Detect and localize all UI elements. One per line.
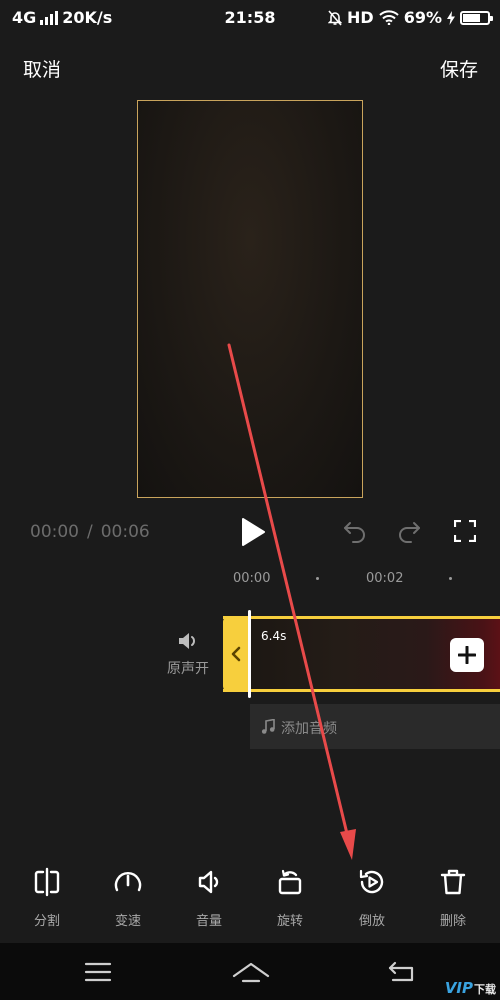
watermark-brand: VIP xyxy=(444,979,473,997)
status-bar: 4G 20K/s 21:58 HD 69% xyxy=(0,0,500,36)
tool-label: 倒放 xyxy=(358,914,385,929)
speedometer-icon xyxy=(114,872,142,892)
tool-label: 旋转 xyxy=(276,914,303,929)
tool-reverse[interactable]: 倒放 xyxy=(337,866,407,929)
undo-icon[interactable] xyxy=(342,518,368,544)
tool-speed[interactable]: 变速 xyxy=(93,866,163,929)
menu-icon[interactable] xyxy=(78,959,118,985)
tool-volume[interactable]: 音量 xyxy=(174,866,244,929)
mute-bell-icon xyxy=(328,9,343,26)
volume-icon xyxy=(198,870,219,894)
battery-fill xyxy=(463,13,480,22)
battery-icon xyxy=(460,10,493,25)
video-editor-screen: 4G 20K/s 21:58 HD 69% 取消 保存 00:00 / 00:0… xyxy=(0,0,500,1000)
ruler-dot xyxy=(449,577,452,580)
back-icon[interactable] xyxy=(381,959,421,985)
wifi-icon xyxy=(379,10,399,25)
watermark-logo: VIP下载 xyxy=(445,979,496,997)
charging-bolt-icon xyxy=(447,10,455,25)
add-music-label: 添加音频 xyxy=(281,721,337,737)
video-preview[interactable] xyxy=(137,100,363,498)
time-readout: 00:00 / 00:06 xyxy=(30,522,150,542)
speaker-icon xyxy=(179,633,195,649)
fullscreen-icon[interactable] xyxy=(454,520,476,542)
save-button[interactable]: 保存 xyxy=(440,55,478,82)
cancel-button[interactable]: 取消 xyxy=(23,55,61,82)
redo-icon[interactable] xyxy=(396,518,422,544)
play-icon[interactable] xyxy=(238,516,268,548)
tool-label: 删除 xyxy=(439,914,466,929)
tool-label: 分割 xyxy=(33,914,60,929)
reverse-play-icon xyxy=(359,869,384,894)
tool-delete[interactable]: 删除 xyxy=(418,866,488,929)
clip-trim-handle[interactable] xyxy=(223,616,249,692)
battery-percent: 69% xyxy=(403,8,442,27)
split-icon xyxy=(34,867,60,897)
original-audio-toggle[interactable]: 原声开 xyxy=(160,630,216,678)
add-clip-button[interactable] xyxy=(450,638,484,672)
time-separator: / xyxy=(87,522,93,542)
tool-label: 音量 xyxy=(195,914,222,929)
hd-indicator: HD xyxy=(347,8,374,27)
ruler-dot xyxy=(316,577,319,580)
status-right: HD 69% xyxy=(328,8,493,27)
ruler-tick: 00:02 xyxy=(366,571,404,586)
home-icon[interactable] xyxy=(231,959,271,985)
navigation-bar xyxy=(0,943,500,1000)
add-music-track[interactable]: 添加音频 xyxy=(250,704,500,749)
ruler-tick: 00:00 xyxy=(233,571,271,586)
music-note-icon xyxy=(261,719,275,734)
original-audio-label: 原声开 xyxy=(167,661,209,677)
trash-icon xyxy=(440,869,466,895)
tool-rotate[interactable]: 旋转 xyxy=(255,866,325,929)
playhead[interactable] xyxy=(248,610,251,698)
edit-toolbar: 分割 变速 音量 旋转 倒放 删除 xyxy=(0,866,500,936)
rotate-icon xyxy=(278,869,302,895)
plus-icon xyxy=(458,646,476,664)
tool-label: 变速 xyxy=(114,914,141,929)
current-time: 00:00 xyxy=(30,522,79,542)
clip-duration: 6.4s xyxy=(261,629,287,643)
total-time: 00:06 xyxy=(100,522,150,542)
chevron-left-icon xyxy=(231,646,241,662)
watermark-suffix: 下载 xyxy=(474,983,496,996)
tool-split[interactable]: 分割 xyxy=(12,866,82,929)
